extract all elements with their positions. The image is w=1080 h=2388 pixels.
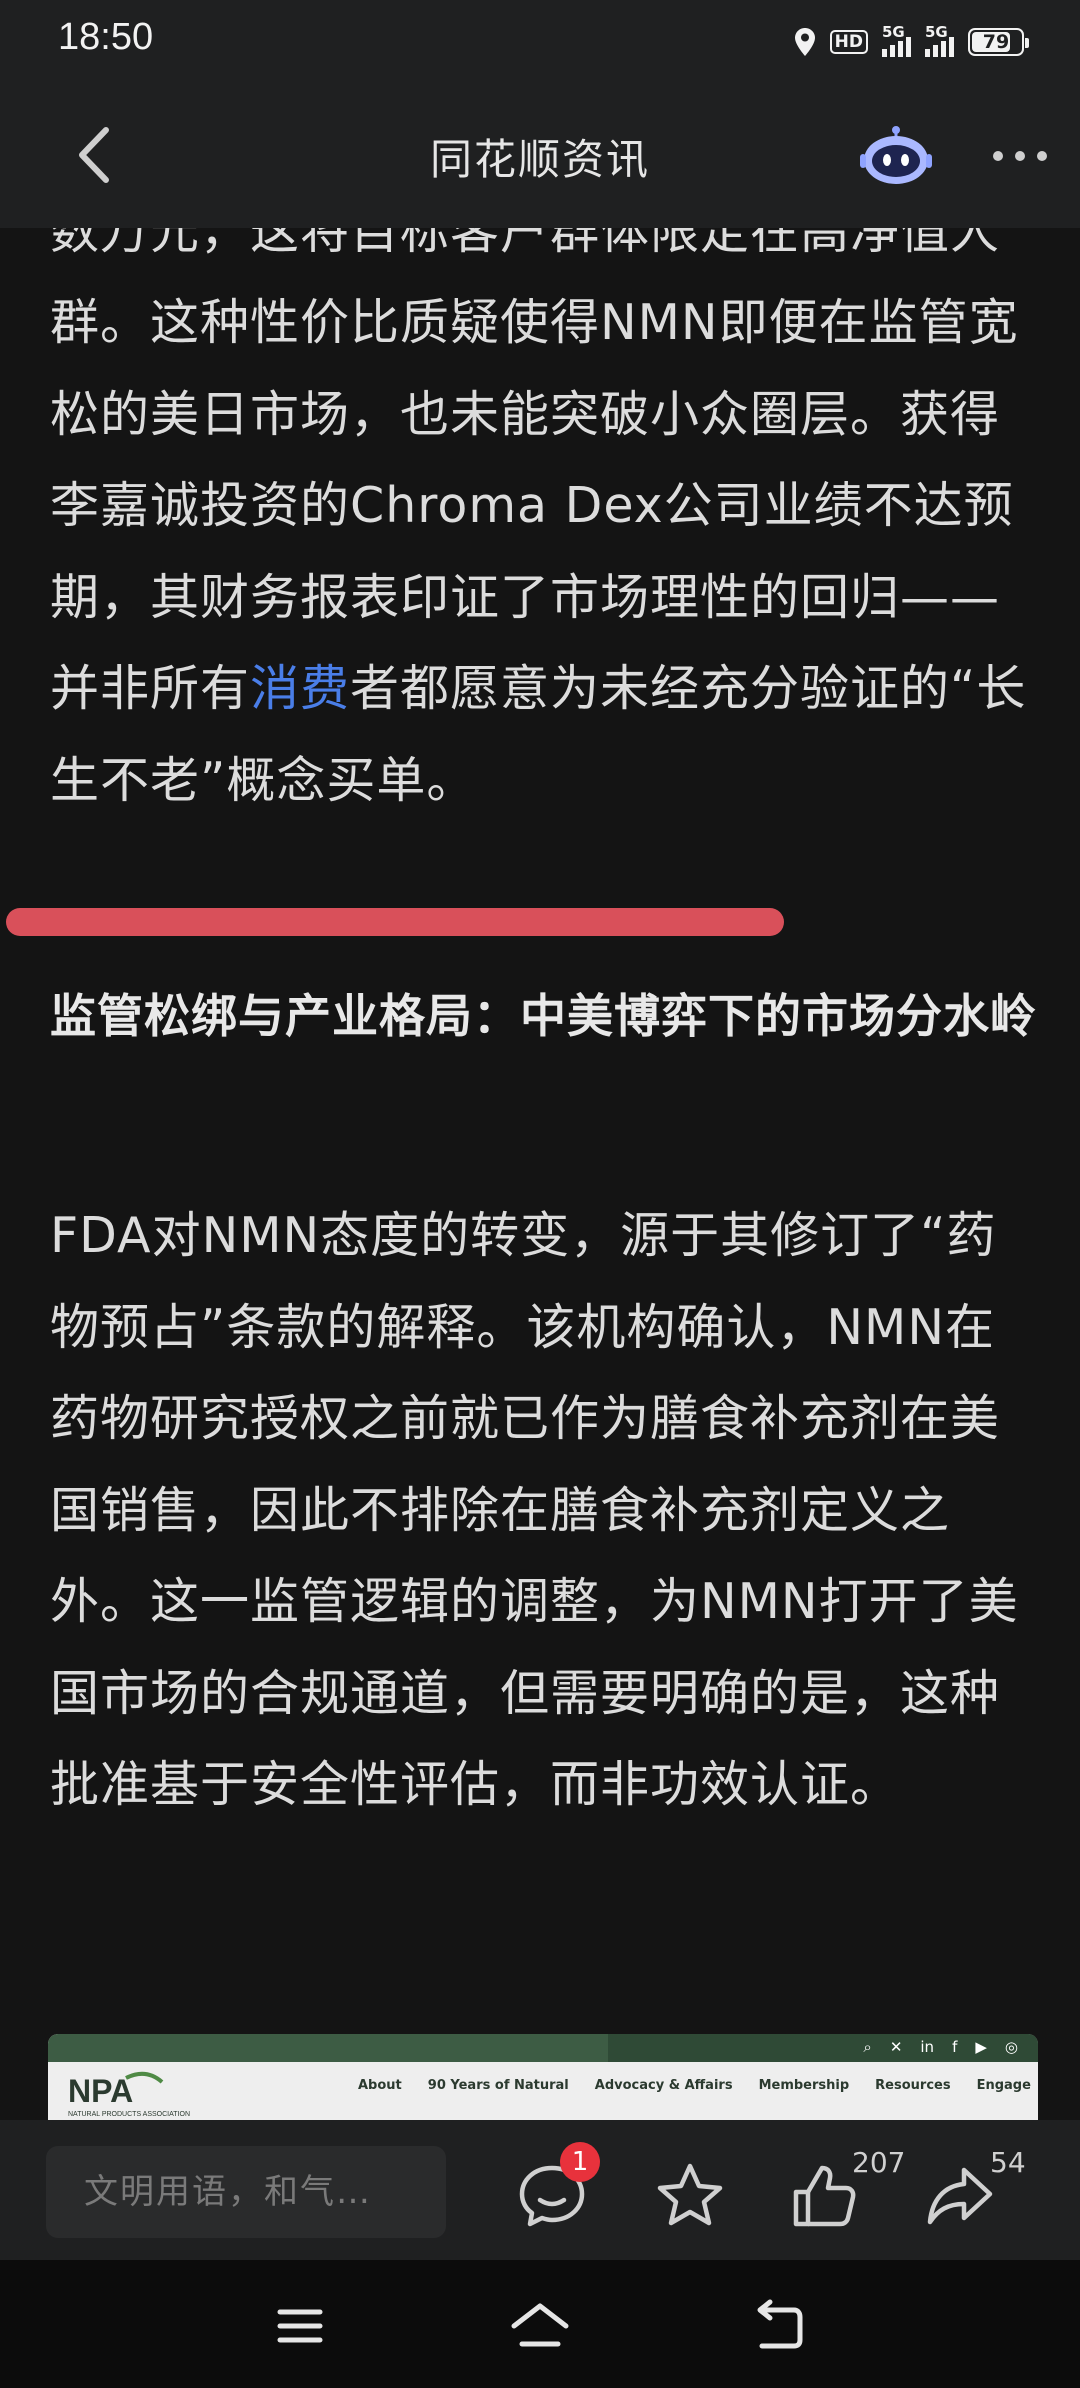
- star-icon[interactable]: [650, 2156, 730, 2236]
- linkedin-icon: in: [920, 2038, 935, 2056]
- home-icon[interactable]: [508, 2296, 572, 2356]
- instagram-icon: ◎: [1004, 2038, 1018, 2056]
- image-top-bar: ⌕ ✕ in f ▶ ◎: [48, 2034, 1038, 2062]
- svg-text:NPA: NPA: [68, 2073, 133, 2109]
- more-horizontal-icon[interactable]: [990, 136, 1050, 176]
- article-paragraph: 与目服大成本可达数千元至上百元，甚至更数万元，这将目标客户群体限定在高净值人群。…: [50, 150, 1040, 826]
- status-icons: HD 5G 5G 79: [794, 22, 1029, 62]
- search-icon: ⌕: [863, 2038, 872, 2056]
- image-nav-item: Engage: [976, 2078, 1031, 2093]
- image-nav-item: 90 Years of Natural: [427, 2078, 569, 2093]
- image-nav-item: Membership: [758, 2078, 850, 2093]
- article-image[interactable]: ⌕ ✕ in f ▶ ◎ NPA NATURAL PRODUCTS ASSOCI…: [48, 2034, 1038, 2120]
- image-social-icons: ⌕ ✕ in f ▶ ◎: [863, 2038, 1018, 2056]
- signal-sim1-icon: 5G: [882, 23, 911, 57]
- share-count: 54: [990, 2146, 1026, 2179]
- status-bar: 18:50 HD 5G 5G 79: [0, 0, 1080, 84]
- highlight-marker: [6, 908, 784, 936]
- battery-percent: 79: [982, 31, 1010, 53]
- app-header: 同花顺资讯: [0, 84, 1080, 228]
- menu-icon[interactable]: [268, 2296, 332, 2356]
- system-nav-bar: [0, 2260, 1080, 2388]
- image-nav-item: Resources: [875, 2078, 951, 2093]
- hd-voice-icon: HD: [829, 30, 868, 54]
- battery-icon: 79: [968, 28, 1029, 56]
- section-heading: 监管松绑与产业格局：中美博弈下的市场分水岭: [50, 989, 1037, 1043]
- status-time: 18:50: [58, 16, 154, 58]
- youtube-icon: ▶: [975, 2038, 987, 2056]
- signal-sim2-icon: 5G: [925, 23, 954, 57]
- article-body[interactable]: 与目服大成本可达数千元至上百元，甚至更数万元，这将目标客户群体限定在高净值人群。…: [0, 150, 1080, 2120]
- article-paragraph: FDA对NMN态度的转变，源于其修订了“药物预占”条款的解释。该机构确认，NMN…: [50, 1207, 1019, 1813]
- image-nav-item: Advocacy & Affairs: [594, 2078, 733, 2093]
- share-icon[interactable]: [920, 2156, 1000, 2236]
- back-icon[interactable]: [748, 2296, 812, 2356]
- comment-count-badge: 1: [560, 2142, 600, 2182]
- robot-icon[interactable]: [856, 122, 936, 192]
- like-count: 207: [852, 2146, 906, 2179]
- x-icon: ✕: [889, 2038, 903, 2056]
- image-nav: About 90 Years of Natural Advocacy & Aff…: [358, 2078, 1031, 2093]
- location-icon: [794, 27, 816, 57]
- image-nav-item: About: [358, 2078, 402, 2093]
- paragraph-text: 与目服大成本可达数千元至上百元，甚至更数万元，这将目标客户群体限定在高净值人群。…: [50, 150, 1019, 717]
- keyword-link[interactable]: 消费: [250, 660, 350, 717]
- npa-logo: NPA NATURAL PRODUCTS ASSOCIATION: [66, 2068, 206, 2120]
- facebook-icon: f: [952, 2038, 958, 2056]
- svg-text:NATURAL PRODUCTS ASSOCIATION: NATURAL PRODUCTS ASSOCIATION: [68, 2111, 190, 2118]
- article-action-bar: 文明用语，和气… 1 207 54: [0, 2120, 1080, 2260]
- comment-input[interactable]: 文明用语，和气…: [46, 2146, 446, 2238]
